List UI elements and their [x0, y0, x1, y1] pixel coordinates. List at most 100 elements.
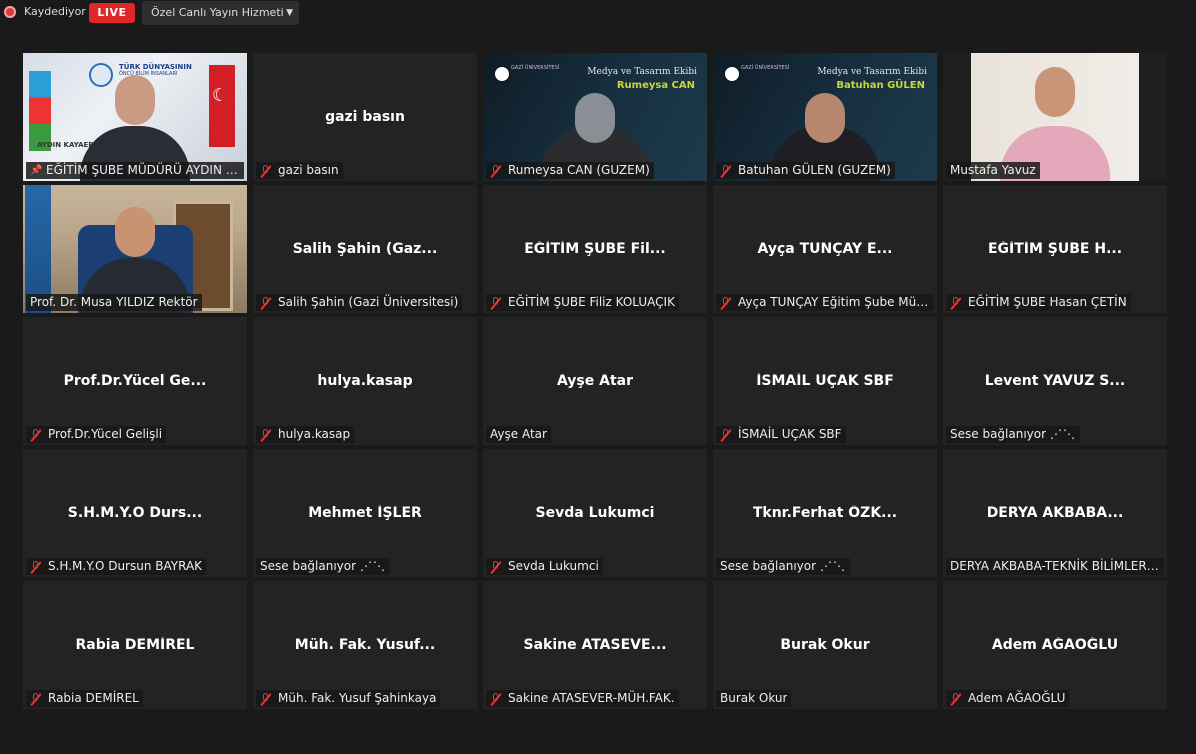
person-image — [115, 75, 155, 125]
person-label: Rumeysa CAN — [616, 80, 695, 91]
participant-name: S.H.M.Y.O Dursun BAYRAK — [48, 559, 203, 573]
person-image — [1035, 67, 1075, 117]
participant-name: Adem AĞAOĞLU — [968, 691, 1066, 705]
stream-service-dropdown[interactable]: Özel Canlı Yayın Hizmeti ▼ — [142, 1, 299, 25]
participant-name-tag: Batuhan GÜLEN (GUZEM) — [716, 162, 895, 179]
participant-name: Sakine ATASEVER-MÜH.FAK. — [508, 691, 675, 705]
mic-muted-icon — [30, 428, 42, 441]
participant-name-tag: Burak Okur — [716, 690, 792, 707]
participant-tile[interactable]: Rabia DEMİREL Rabia DEMİREL — [23, 581, 247, 709]
participant-name: Mustafa Yavuz — [950, 163, 1036, 177]
participant-display-name-text: Rabia DEMİREL — [75, 637, 195, 653]
flag-image — [209, 65, 235, 147]
participant-display-name-text: EĞİTİM ŞUBE Fil... — [524, 241, 666, 257]
participant-name: Sevda Lukumci — [508, 559, 599, 573]
participant-tile[interactable]: S.H.M.Y.O Durs... S.H.M.Y.O Dursun BAYRAK — [23, 449, 247, 577]
flag-image — [29, 71, 51, 151]
participant-display-name-text: DERYA AKBABA... — [986, 505, 1124, 521]
participant-display-name-text: gazi basın — [325, 109, 405, 125]
participant-name: Burak Okur — [720, 691, 788, 705]
participant-tile[interactable]: Mustafa Yavuz — [943, 53, 1167, 181]
participant-tile[interactable]: TÜRK DÜNYASININÖNCÜ BİLİM İNSANLARIAYDIN… — [23, 53, 247, 181]
participant-display-name-text: Levent YAVUZ S... — [984, 373, 1126, 389]
participant-name-tag: Prof.Dr.Yücel Gelişli — [26, 426, 167, 443]
participant-name-tag: EĞİTİM ŞUBE Hasan ÇETİN — [946, 294, 1131, 311]
participant-tile[interactable]: Salih Şahin (Gaz... Salih Şahin (Gazi Üni… — [253, 185, 477, 313]
participant-display-name-text: Müh. Fak. Yusuf... — [294, 637, 436, 653]
participant-name-tag: EĞİTİM ŞUBE Filiz KOLUAÇIK — [486, 294, 679, 311]
participant-name: Rabia DEMİREL — [48, 691, 139, 705]
participant-tile[interactable]: Sakine ATASEVE... Sakine ATASEVER-MÜH.FAK… — [483, 581, 707, 709]
participant-tile[interactable]: Tknr.Ferhat ÖZK... Sese bağlanıyor ⋰⋱ — [713, 449, 937, 577]
team-label: Medya ve Tasarım Ekibi — [817, 67, 927, 77]
participant-tile[interactable]: GAZİ ÜNİVERSİTESİ Medya ve Tasarım Ekibi R… — [483, 53, 707, 181]
participant-name-tag: Adem AĞAOĞLU — [946, 690, 1070, 707]
team-label: Medya ve Tasarım Ekibi — [587, 67, 697, 77]
participant-tile[interactable]: GAZİ ÜNİVERSİTESİ Medya ve Tasarım Ekibi B… — [713, 53, 937, 181]
participant-tile[interactable]: Adem AĞAOĞLU Adem AĞAOĞLU — [943, 581, 1167, 709]
participant-name-tag: İSMAİL UÇAK SBF — [716, 426, 846, 443]
mic-muted-icon — [720, 164, 732, 177]
mic-muted-icon — [720, 428, 732, 441]
participant-name-tag: Ayça TUNÇAY Eğitim Şube Müdü... — [716, 294, 934, 311]
participant-display-name-text: EĞİTİM ŞUBE H... — [987, 241, 1123, 257]
participant-name: Batuhan GÜLEN (GUZEM) — [738, 163, 891, 177]
participant-tile[interactable]: DERYA AKBABA... DERYA AKBABA-TEKNİK BİLİM… — [943, 449, 1167, 577]
person-image — [805, 93, 845, 143]
participant-tile[interactable]: İSMAİL UÇAK SBF İSMAİL UÇAK SBF — [713, 317, 937, 445]
university-logo-icon — [493, 65, 511, 83]
emblem-icon — [89, 63, 113, 87]
participant-name: EĞİTİM ŞUBE Hasan ÇETİN — [968, 295, 1127, 309]
logo-text: AYDIN KAYAER — [37, 141, 94, 149]
participant-display-name-text: Burak Okur — [780, 637, 870, 653]
live-button[interactable]: LIVE — [89, 3, 135, 23]
participant-tile[interactable]: Ayşe Atar Ayşe Atar — [483, 317, 707, 445]
person-image — [575, 93, 615, 143]
connecting-icon: ⋰⋱ — [360, 559, 387, 573]
participant-name-tag: Rabia DEMİREL — [26, 690, 143, 707]
participant-gallery: TÜRK DÜNYASININÖNCÜ BİLİM İNSANLARIAYDIN… — [23, 53, 1167, 709]
participant-name-tag: Sevda Lukumci — [486, 558, 603, 575]
participant-name: EĞİTİM ŞUBE Filiz KOLUAÇIK — [508, 295, 675, 309]
participant-tile[interactable]: Ayça TUNÇAY E... Ayça TUNÇAY Eğitim Şube … — [713, 185, 937, 313]
participant-name: Ayşe Atar — [490, 427, 547, 441]
participant-display-name-text: S.H.M.Y.O Durs... — [67, 505, 203, 521]
participant-tile[interactable]: Müh. Fak. Yusuf... Müh. Fak. Yusuf Şahink… — [253, 581, 477, 709]
meeting-topbar: Kaydediyor LIVE Özel Canlı Yayın Hizmeti… — [0, 0, 1196, 26]
mic-muted-icon — [490, 296, 502, 309]
participant-name: Ayça TUNÇAY Eğitim Şube Müdü... — [738, 295, 930, 309]
participant-display-name-text: Sakine ATASEVE... — [523, 637, 667, 653]
participant-name: Prof.Dr.Yücel Gelişli — [48, 427, 163, 441]
participant-name-tag: Sakine ATASEVER-MÜH.FAK. — [486, 690, 679, 707]
connecting-icon: ⋰⋱ — [820, 559, 847, 573]
participant-display-name-text: Salih Şahin (Gaz... — [292, 241, 438, 257]
participant-tile[interactable]: Prof.Dr.Yücel Ge... Prof.Dr.Yücel Gelişli — [23, 317, 247, 445]
participant-display-name-text: Ayça TUNÇAY E... — [757, 241, 893, 257]
chevron-down-icon: ▼ — [286, 8, 293, 18]
participant-display-name-text: Adem AĞAOĞLU — [991, 637, 1119, 653]
participant-display-name-text: Prof.Dr.Yücel Ge... — [63, 373, 207, 389]
participant-tile[interactable]: Mehmet İŞLER Sese bağlanıyor ⋰⋱ — [253, 449, 477, 577]
stream-service-label: Özel Canlı Yayın Hizmeti — [151, 6, 284, 19]
participant-tile[interactable]: Levent YAVUZ S... Sese bağlanıyor ⋰⋱ — [943, 317, 1167, 445]
mic-muted-icon — [950, 692, 962, 705]
participant-tile[interactable]: Prof. Dr. Musa YILDIZ Rektör — [23, 185, 247, 313]
person-image — [115, 207, 155, 257]
recording-label: Kaydediyor — [24, 5, 86, 18]
participant-name-tag: Ayşe Atar — [486, 426, 551, 443]
recording-icon — [4, 6, 16, 18]
participant-tile[interactable]: EĞİTİM ŞUBE Fil... EĞİTİM ŞUBE Filiz KOLU… — [483, 185, 707, 313]
participant-name: hulya.kasap — [278, 427, 351, 441]
participant-name-tag: Sese bağlanıyor ⋰⋱ — [256, 558, 391, 575]
participant-tile[interactable]: Sevda Lukumci Sevda Lukumci — [483, 449, 707, 577]
participant-display-name-text: İSMAİL UÇAK SBF — [756, 373, 894, 389]
participant-tile[interactable]: hulya.kasap hulya.kasap — [253, 317, 477, 445]
participant-tile[interactable]: Burak Okur Burak Okur — [713, 581, 937, 709]
participant-tile[interactable]: gazi basın gazi basın — [253, 53, 477, 181]
connecting-icon: ⋰⋱ — [1050, 427, 1077, 441]
participant-name: Prof. Dr. Musa YILDIZ Rektör — [30, 295, 198, 309]
participant-name-tag: Rumeysa CAN (GUZEM) — [486, 162, 654, 179]
participant-tile[interactable]: EĞİTİM ŞUBE H... EĞİTİM ŞUBE Hasan ÇETİN — [943, 185, 1167, 313]
participant-display-name-text: Ayşe Atar — [556, 373, 634, 389]
participant-name-tag: Müh. Fak. Yusuf Şahinkaya — [256, 690, 441, 707]
